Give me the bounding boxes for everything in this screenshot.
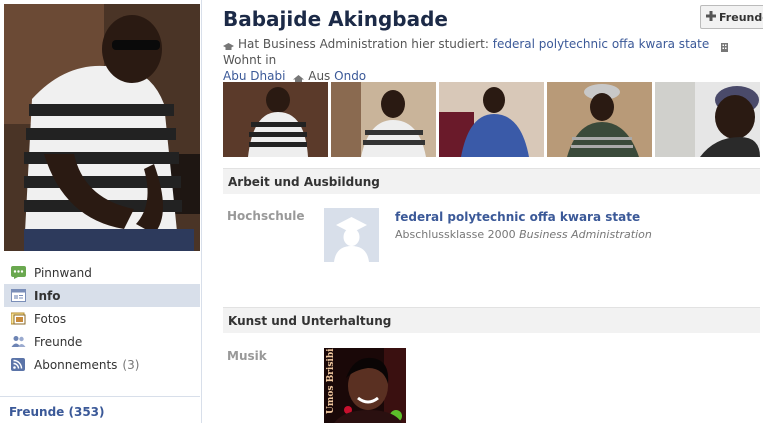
wall-icon — [11, 266, 26, 279]
nav-label-subscriptions: Abonnements — [34, 357, 118, 372]
photo-thumbnail[interactable] — [655, 82, 760, 157]
building-icon — [719, 40, 730, 52]
album-title-text: Umos Brisibi — [326, 348, 336, 414]
arts-entertainment-header: Kunst und Unterhaltung — [223, 307, 760, 333]
nav-label-wall: Pinnwand — [34, 265, 92, 280]
profile-name[interactable]: Babajide Akingbade — [223, 7, 448, 31]
music-label: Musik — [227, 349, 267, 363]
nav-label-friends: Freunde — [34, 334, 83, 349]
left-column: Pinnwand Info Fotos Freunde Abonnements — [0, 0, 202, 423]
school-label: Hochschule — [227, 209, 305, 223]
photo-thumbnail[interactable] — [223, 82, 328, 157]
school-name-link[interactable]: federal polytechnic offa kwara state — [395, 210, 640, 224]
music-album-cover[interactable]: Umos Brisibi — [324, 348, 406, 423]
studied-prefix: Hat Business Administration hier studier… — [238, 37, 489, 51]
nav-label-info: Info — [34, 288, 61, 303]
school-details: Abschlussklasse 2000 Business Administra… — [395, 228, 652, 241]
subscriptions-count: (3) — [122, 357, 140, 372]
from-city-link[interactable]: Ondo — [334, 69, 366, 83]
school-logo[interactable] — [324, 208, 379, 262]
profile-photo[interactable] — [4, 4, 200, 251]
friends-count-link[interactable]: Freunde (353) — [0, 397, 200, 419]
nav-item-subscriptions[interactable]: Abonnements (3) — [4, 353, 200, 376]
studied-school-link[interactable]: federal polytechnic offa kwara state — [493, 37, 709, 51]
nav-item-friends[interactable]: Freunde — [4, 330, 200, 353]
add-friend-label: Freunde — [719, 10, 763, 24]
subscriptions-icon — [11, 358, 26, 371]
add-friend-button[interactable]: Freunde — [700, 5, 763, 29]
main-column: Babajide Akingbade Freunde Hat Business … — [223, 0, 763, 423]
nav-item-photos[interactable]: Fotos — [4, 307, 200, 330]
profile-info-line: Hat Business Administration hier studier… — [223, 36, 753, 84]
lives-in-label: Wohnt in — [223, 53, 277, 67]
friends-section-header: Freunde (353) — [0, 396, 200, 419]
friends-icon — [11, 335, 26, 348]
add-friend-icon — [706, 10, 716, 24]
from-label: Aus — [308, 69, 331, 83]
profile-nav: Pinnwand Info Fotos Freunde Abonnements — [4, 261, 200, 376]
photo-thumbnail[interactable] — [439, 82, 544, 157]
class-year: Abschlussklasse 2000 — [395, 228, 516, 241]
concentration: Business Administration — [519, 228, 652, 241]
photo-thumbnail[interactable] — [331, 82, 436, 157]
graduation-cap-icon — [223, 40, 234, 50]
photos-icon — [10, 312, 26, 325]
nav-item-wall[interactable]: Pinnwand — [4, 261, 200, 284]
work-education-header: Arbeit und Ausbildung — [223, 168, 760, 194]
recent-photos-strip — [223, 82, 763, 157]
nav-label-photos: Fotos — [34, 311, 67, 326]
home-icon — [293, 72, 305, 84]
photo-thumbnail[interactable] — [547, 82, 652, 157]
info-icon — [11, 289, 26, 302]
lives-in-city-link[interactable]: Abu Dhabi — [223, 69, 285, 83]
nav-item-info[interactable]: Info — [4, 284, 200, 307]
